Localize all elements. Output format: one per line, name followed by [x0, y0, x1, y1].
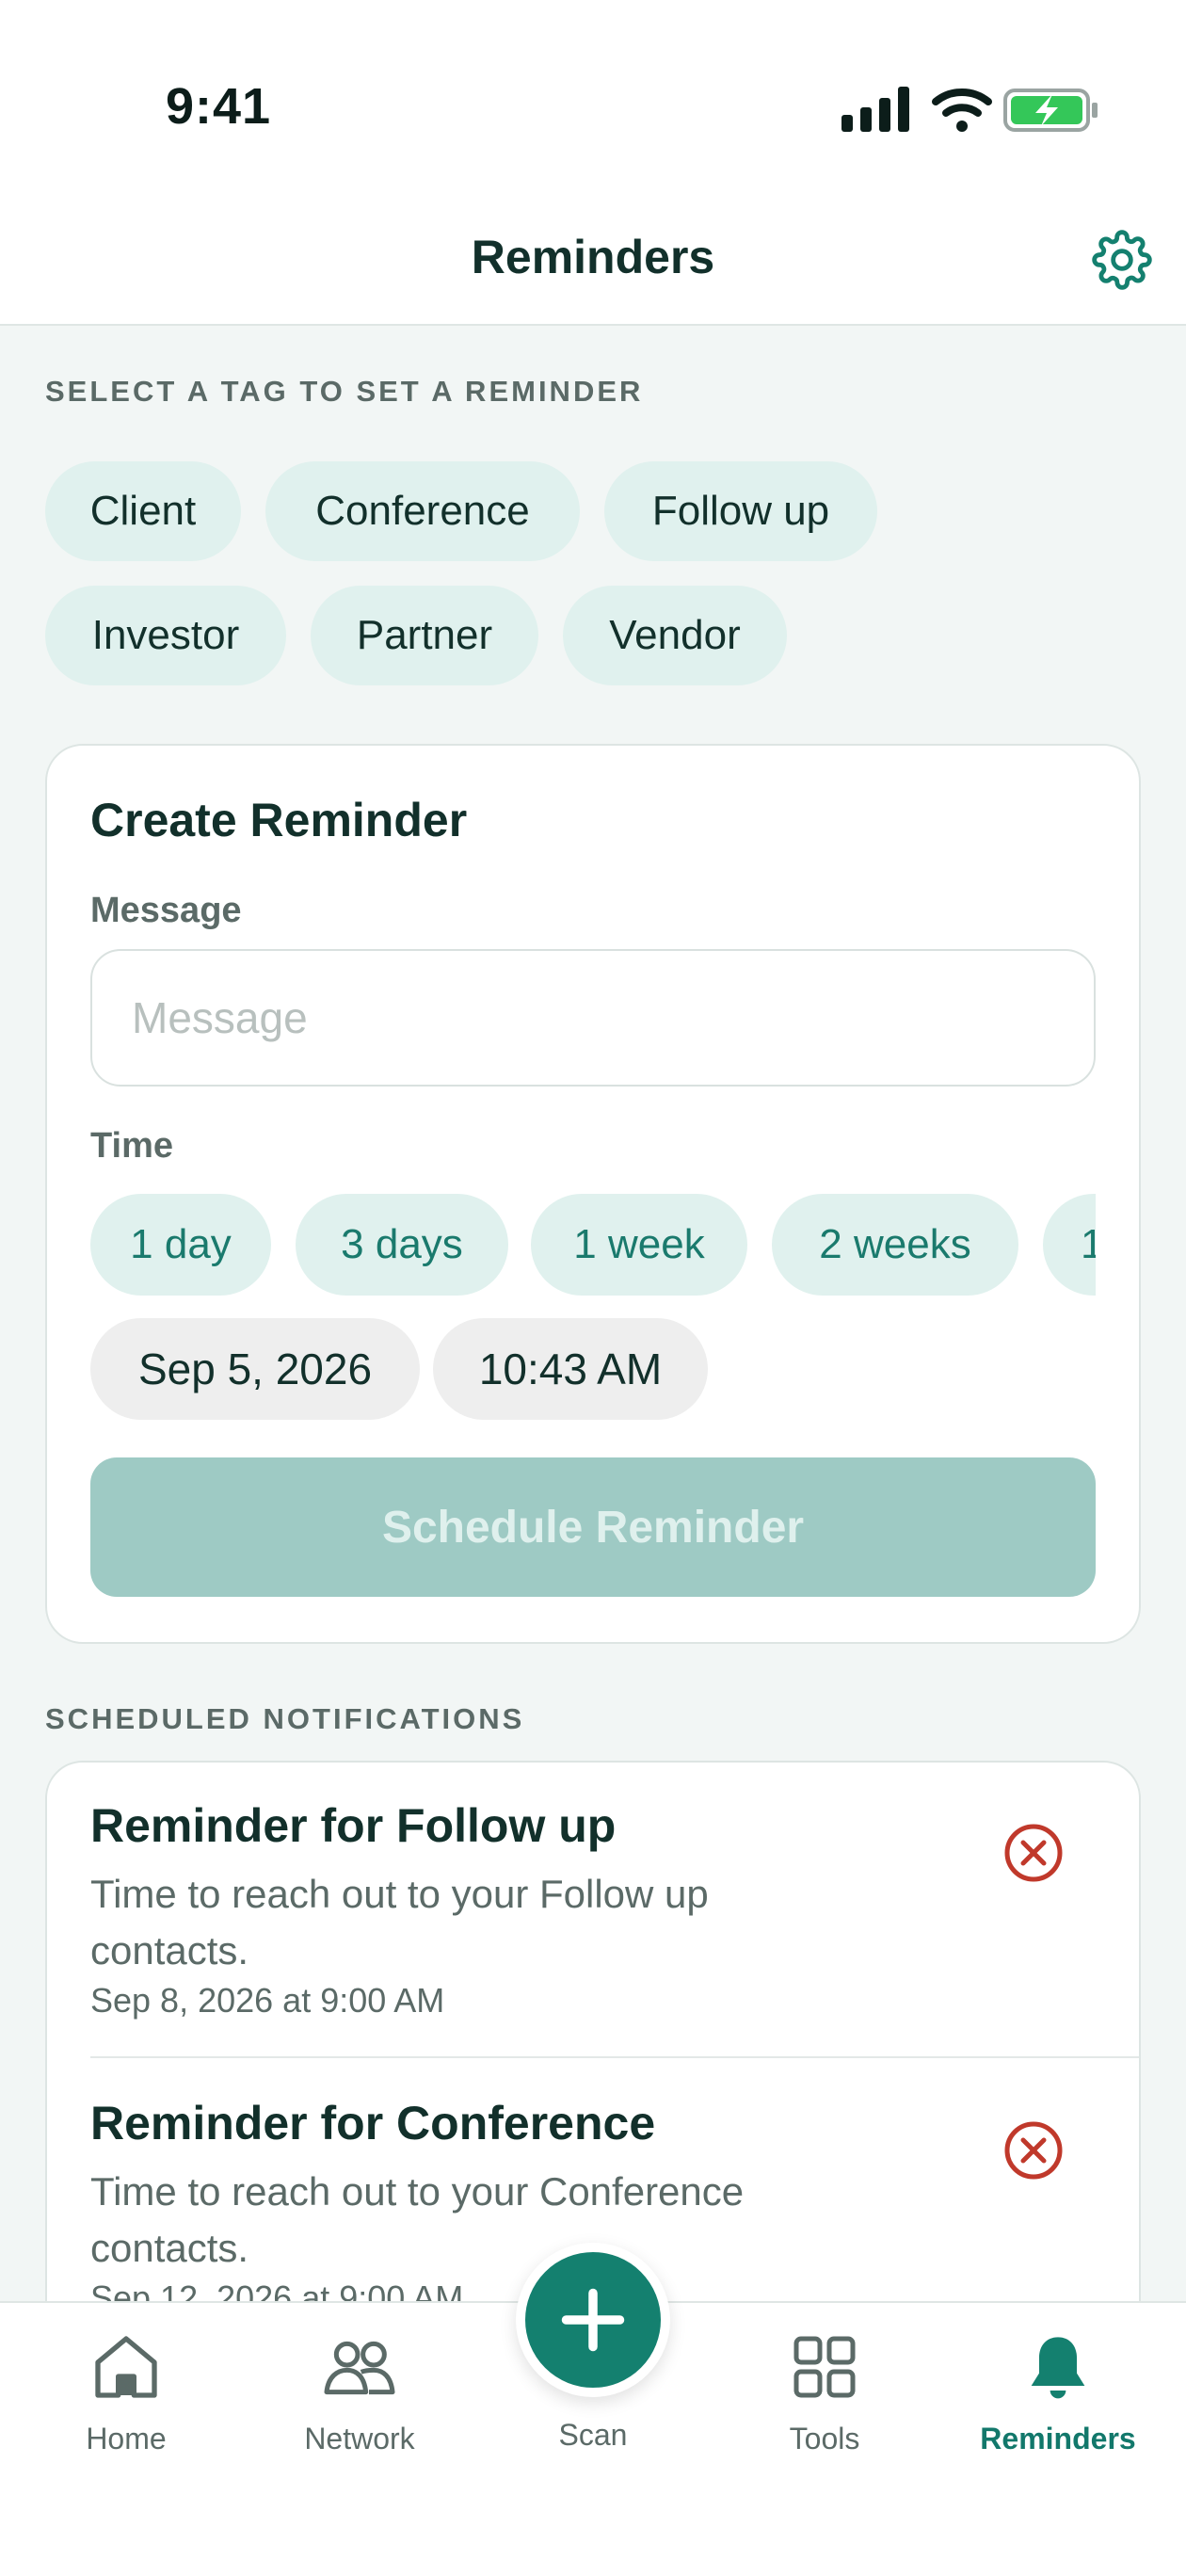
wifi-icon — [932, 89, 992, 132]
tab-home-label: Home — [86, 2422, 167, 2455]
status-time: 9:41 — [166, 78, 272, 135]
notification-body: Time to reach out to your Conference con… — [90, 2169, 745, 2270]
time-label: Time — [90, 1126, 174, 1166]
tags-section-label: SELECT A TAG TO SET A REMINDER — [45, 375, 644, 408]
bell-icon — [1031, 2337, 1085, 2399]
time-option-2-weeks[interactable]: 2 weeks — [772, 1194, 1018, 1296]
tab-home[interactable]: Home — [32, 2329, 220, 2480]
message-input[interactable] — [90, 949, 1096, 1087]
tab-network[interactable]: Network — [265, 2329, 454, 2480]
delete-circle-x-icon[interactable] — [1003, 2120, 1064, 2181]
tab-tools[interactable]: Tools — [730, 2329, 919, 2480]
create-reminder-card: Create Reminder Message Time 1 day 3 day… — [45, 744, 1141, 1644]
battery-charging-icon — [1003, 89, 1098, 132]
card-title: Create Reminder — [90, 794, 468, 846]
tag-chip-follow-up[interactable]: Follow up — [604, 461, 877, 561]
time-options-row[interactable]: 1 day 3 days 1 week 2 weeks 1 — [90, 1194, 1096, 1297]
tag-chip-conference[interactable]: Conference — [265, 461, 580, 561]
grid-icon — [793, 2336, 856, 2398]
delete-circle-x-icon[interactable] — [1003, 1823, 1064, 1883]
list-item[interactable]: Reminder for Follow up Time to reach out… — [47, 1763, 1139, 2060]
schedule-reminder-button[interactable]: Schedule Reminder — [90, 1457, 1096, 1597]
message-label: Message — [90, 891, 242, 930]
tag-chip-vendor[interactable]: Vendor — [563, 586, 787, 685]
tab-tools-label: Tools — [789, 2422, 860, 2455]
tag-chip-partner[interactable]: Partner — [311, 586, 538, 685]
tab-reminders[interactable]: Reminders — [964, 2329, 1152, 2480]
page-title: Reminders — [471, 231, 715, 283]
home-icon — [95, 2336, 157, 2398]
people-icon — [324, 2341, 395, 2395]
tag-chip-investor[interactable]: Investor — [45, 586, 286, 685]
notification-title: Reminder for Conference — [90, 2097, 656, 2149]
time-option-3-days[interactable]: 3 days — [296, 1194, 508, 1296]
time-option-1-week[interactable]: 1 week — [531, 1194, 747, 1296]
cellular-signal-icon — [841, 87, 909, 132]
notification-title: Reminder for Follow up — [90, 1799, 617, 1852]
tab-scan-label: Scan — [558, 2418, 628, 2452]
time-option-1-day[interactable]: 1 day — [90, 1194, 271, 1296]
tab-network-label: Network — [304, 2422, 415, 2455]
divider — [90, 2056, 1139, 2058]
gear-icon[interactable] — [1092, 230, 1152, 290]
scheduled-section-label: SCHEDULED NOTIFICATIONS — [45, 1702, 525, 1735]
scan-button[interactable] — [516, 2243, 670, 2397]
tab-reminders-label: Reminders — [980, 2422, 1136, 2455]
status-icons — [841, 87, 1098, 132]
plus-icon — [561, 2288, 625, 2352]
notification-date: Sep 8, 2026 at 9:00 AM — [90, 1981, 445, 2020]
tag-chip-client[interactable]: Client — [45, 461, 241, 561]
time-picker[interactable]: 10:43 AM — [433, 1318, 708, 1420]
time-option-partial[interactable]: 1 — [1043, 1194, 1096, 1296]
date-picker[interactable]: Sep 5, 2026 — [90, 1318, 420, 1420]
notification-body: Time to reach out to your Follow up cont… — [90, 1872, 709, 1972]
